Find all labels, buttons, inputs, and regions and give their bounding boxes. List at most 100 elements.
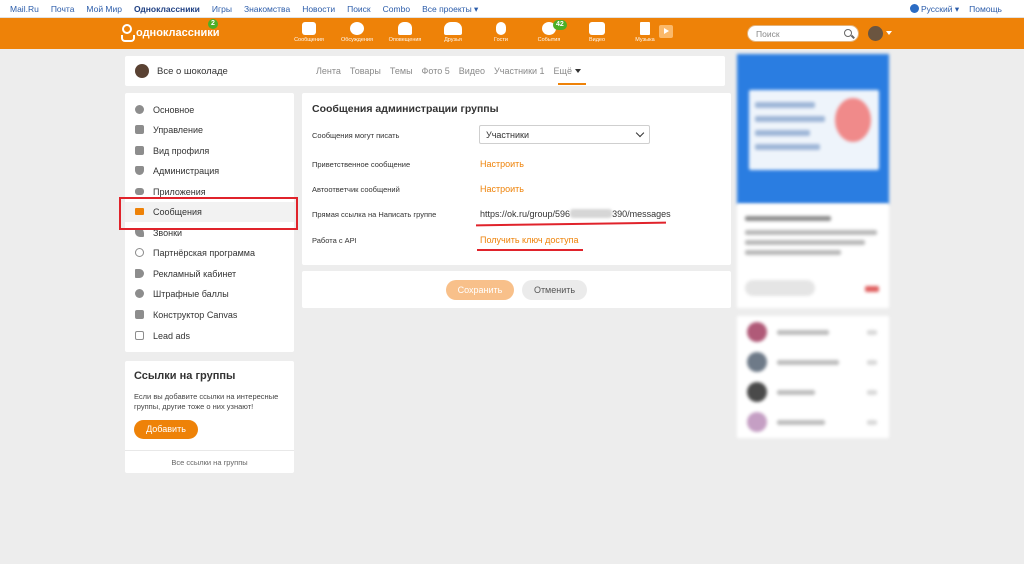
- sidebar-item-penalty-points[interactable]: Штрафные баллы: [125, 284, 294, 304]
- tab-more[interactable]: Ещё: [554, 66, 581, 76]
- sidebar-item-label: Партнёрская программа: [153, 248, 255, 258]
- portal-link-my-world[interactable]: Мой Мир: [86, 4, 122, 15]
- tab-members[interactable]: Участники 1: [494, 66, 545, 76]
- nav-discussions[interactable]: Обсуждения: [333, 20, 381, 43]
- sidebar-item-label: Вид профиля: [153, 146, 210, 156]
- portal-link-news[interactable]: Новости: [302, 4, 335, 15]
- get-access-key-link[interactable]: Получить ключ доступа: [480, 235, 578, 245]
- avatar[interactable]: [747, 412, 767, 432]
- group-links-title: Ссылки на группы: [134, 370, 236, 382]
- search-input[interactable]: Поиск: [747, 25, 859, 42]
- save-button[interactable]: Сохранить: [446, 280, 514, 300]
- who-can-write-select[interactable]: Участники: [479, 125, 650, 144]
- chevron-down-icon: [635, 128, 645, 138]
- search-icon[interactable]: [844, 29, 852, 37]
- ad-line: [755, 130, 810, 136]
- logo-text: одноклассники: [136, 27, 220, 39]
- ad-content: [749, 90, 879, 170]
- gamepad-icon: [135, 188, 144, 195]
- nav-friends[interactable]: Друзья: [429, 20, 477, 43]
- sidebar-item-canvas[interactable]: Конструктор Canvas: [125, 305, 294, 325]
- group-links-description: Если вы добавите ссылки на интересные гр…: [134, 392, 279, 411]
- ad-text-block: [737, 204, 889, 308]
- direct-link-url[interactable]: https://ok.ru/group/596 390/messages: [480, 209, 671, 219]
- group-bar: Все о шоколаде Лента Товары Темы Фото 5 …: [125, 56, 725, 86]
- nav-notifications[interactable]: Оповещения: [381, 20, 429, 43]
- portal-link-all-projects[interactable]: Все проекты ▾: [422, 4, 478, 15]
- add-link-button[interactable]: Добавить: [134, 420, 198, 439]
- ad-banner[interactable]: [737, 54, 889, 204]
- cancel-button[interactable]: Отменить: [522, 280, 587, 300]
- friend-count: [867, 390, 877, 395]
- friend-name[interactable]: [777, 360, 839, 365]
- portal-link-mail[interactable]: Почта: [51, 4, 75, 15]
- help-link[interactable]: Помощь: [969, 4, 1002, 15]
- nav-label: Оповещения: [388, 37, 422, 43]
- play-icon[interactable]: [659, 25, 673, 38]
- friend-name[interactable]: [777, 330, 829, 335]
- ad-button[interactable]: [745, 280, 815, 296]
- friend-count: [867, 330, 877, 335]
- group-avatar[interactable]: [135, 64, 149, 78]
- ad-line: [755, 116, 825, 122]
- tab-video[interactable]: Видео: [459, 66, 485, 76]
- sidebar-item-label: Штрафные баллы: [153, 289, 229, 299]
- sidebar-item-partner-program[interactable]: Партнёрская программа: [125, 243, 294, 263]
- portal-link-combo[interactable]: Combo: [383, 4, 410, 15]
- megaphone-icon: [135, 269, 144, 278]
- tab-feed[interactable]: Лента: [316, 66, 341, 76]
- nav-guests[interactable]: Гости: [477, 20, 525, 43]
- url-end: 390/messages: [612, 209, 671, 219]
- nav-events[interactable]: События 42: [525, 20, 573, 43]
- messages-settings-card: Сообщения администрации группы Сообщения…: [302, 93, 731, 265]
- sidebar-item-ads-cabinet[interactable]: Рекламный кабинет: [125, 264, 294, 284]
- tab-topics[interactable]: Темы: [390, 66, 413, 76]
- events-badge: 42: [553, 20, 567, 30]
- portal-link-dating[interactable]: Знакомства: [244, 4, 290, 15]
- sidebar-item-label: Администрация: [153, 166, 220, 176]
- autoresponder-configure-link[interactable]: Настроить: [480, 184, 524, 194]
- avatar[interactable]: [747, 352, 767, 372]
- group-name[interactable]: Все о шоколаде: [157, 66, 228, 77]
- portal-link-ok[interactable]: Одноклассники: [134, 4, 200, 15]
- at-sign-icon: [135, 248, 144, 257]
- portal-top-bar: Mail.Ru Почта Мой Мир Одноклассники Игры…: [0, 0, 1024, 18]
- sidebar-item-label: Приложения: [153, 187, 206, 197]
- nav-video[interactable]: Видео: [573, 20, 621, 43]
- direct-link-label: Прямая ссылка на Написать группе: [312, 210, 437, 219]
- welcome-message-configure-link[interactable]: Настроить: [480, 159, 524, 169]
- nav-label: Друзья: [444, 37, 462, 43]
- tab-photos[interactable]: Фото 5: [422, 66, 450, 76]
- video-camera-icon: [589, 22, 605, 35]
- avatar[interactable]: [747, 382, 767, 402]
- main-header: одноклассники 2 Сообщения Обсуждения Опо…: [0, 18, 1024, 49]
- sidebar-item-main[interactable]: Основное: [125, 100, 294, 120]
- ok-logo[interactable]: одноклассники: [120, 24, 220, 42]
- avatar[interactable]: [747, 322, 767, 342]
- canvas-icon: [135, 310, 144, 319]
- sidebar-item-lead-ads[interactable]: Lead ads: [125, 326, 294, 346]
- chevron-down-icon[interactable]: [886, 31, 892, 35]
- tab-goods[interactable]: Товары: [350, 66, 381, 76]
- all-group-links-link[interactable]: Все ссылки на группы: [125, 458, 294, 467]
- autoresponder-label: Автоответчик сообщений: [312, 185, 400, 194]
- header-nav: Сообщения Обсуждения Оповещения Друзья Г…: [285, 20, 673, 43]
- friend-name[interactable]: [777, 420, 825, 425]
- portal-link-search[interactable]: Поиск: [347, 4, 371, 15]
- layout-icon: [135, 146, 144, 155]
- music-note-icon: [640, 22, 650, 35]
- friend-name[interactable]: [777, 390, 815, 395]
- sidebar-item-management[interactable]: Управление: [125, 120, 294, 140]
- portal-links: Mail.Ru Почта Мой Мир Одноклассники Игры…: [10, 4, 490, 15]
- sidebar-item-administration[interactable]: Администрация: [125, 161, 294, 181]
- language-selector[interactable]: Русский ▾: [909, 4, 959, 15]
- language-label: Русский: [920, 4, 953, 14]
- portal-link-mailru[interactable]: Mail.Ru: [10, 4, 39, 15]
- portal-link-games[interactable]: Игры: [212, 4, 232, 15]
- user-avatar[interactable]: [868, 26, 883, 41]
- sidebar-item-profile-view[interactable]: Вид профиля: [125, 141, 294, 161]
- search-placeholder: Поиск: [756, 29, 780, 39]
- checkbox-icon: [135, 331, 144, 340]
- gear-icon: [135, 105, 144, 114]
- nav-messages[interactable]: Сообщения: [285, 20, 333, 43]
